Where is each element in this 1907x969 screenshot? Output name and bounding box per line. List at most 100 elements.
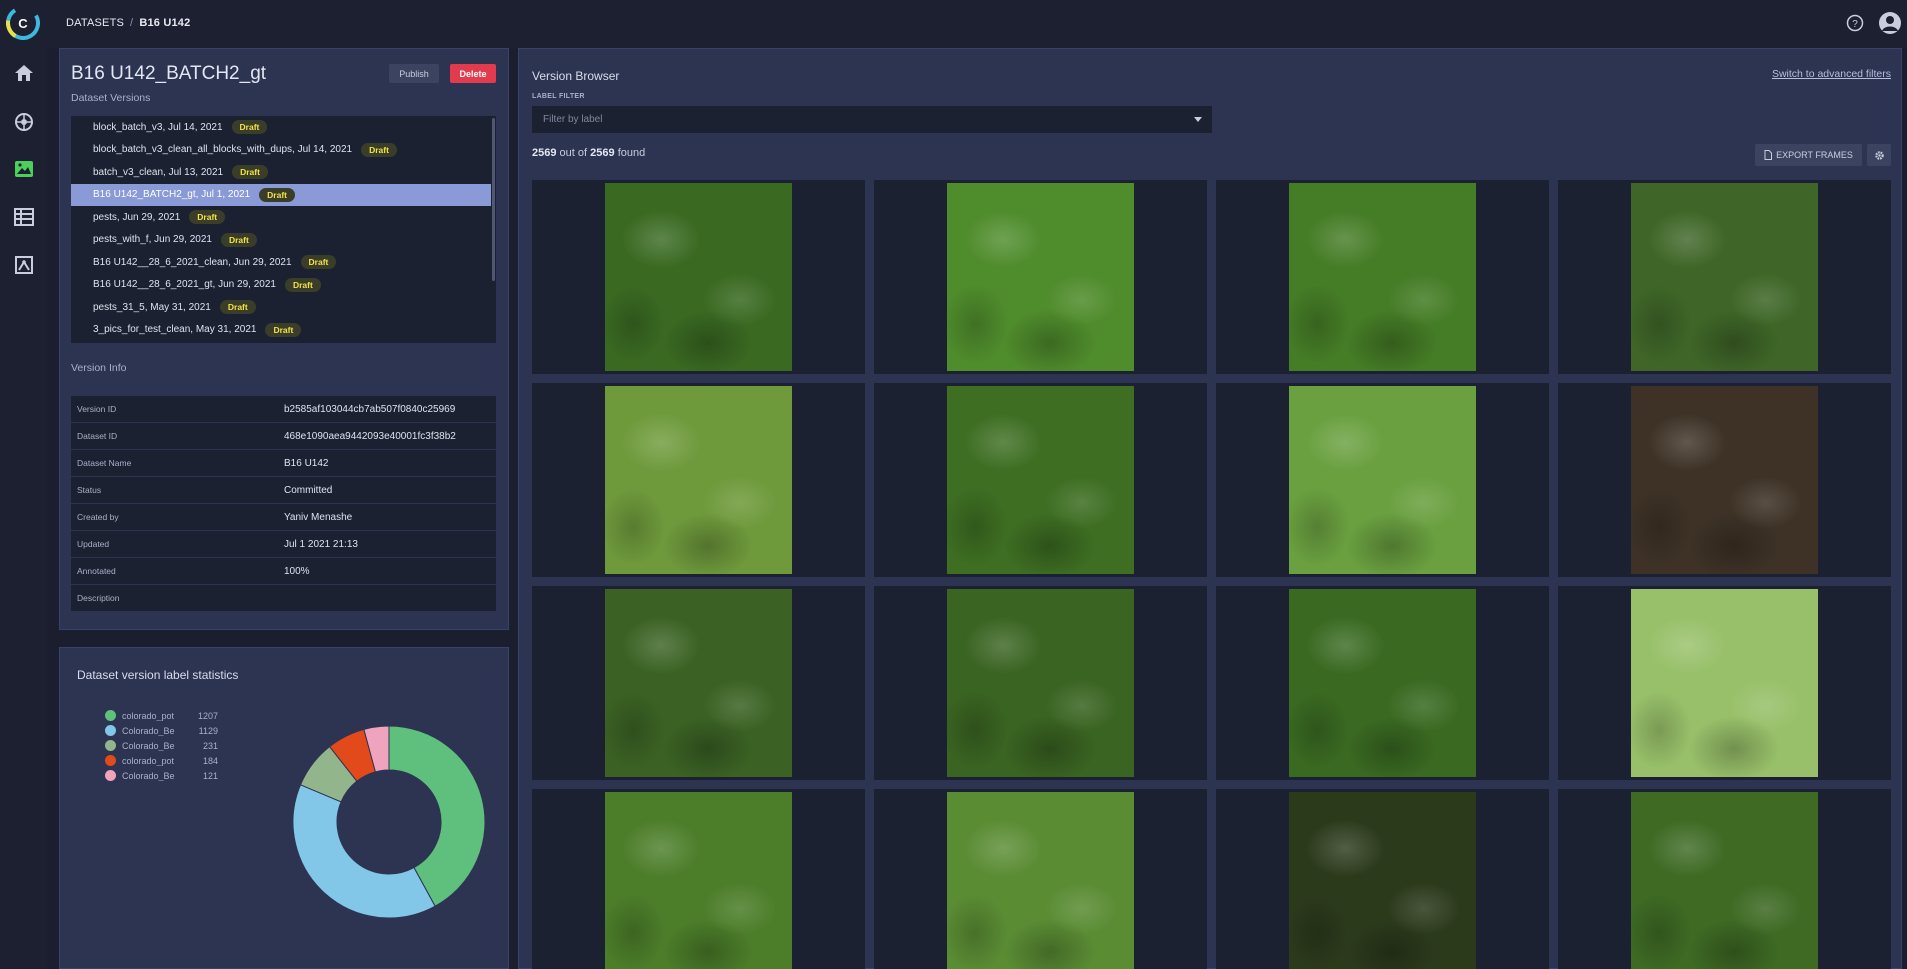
frame-thumbnail[interactable] xyxy=(1216,383,1549,577)
frame-image xyxy=(1631,792,1818,969)
breadcrumb-datasets[interactable]: DATASETS xyxy=(66,17,124,29)
frame-thumbnail[interactable] xyxy=(1558,586,1891,780)
annotation-icon[interactable] xyxy=(11,252,36,277)
legend-swatch xyxy=(105,755,116,766)
version-list-item[interactable]: pests_31_5, May 31, 2021 Draft xyxy=(71,296,491,319)
frame-image xyxy=(605,183,792,371)
version-list-item[interactable]: B16 U142__28_6_2021_clean, Jun 29, 2021 D… xyxy=(71,251,491,274)
frame-thumbnail[interactable] xyxy=(1558,180,1891,374)
clearml-logo[interactable]: C xyxy=(6,6,40,40)
label-filter-placeholder: Filter by label xyxy=(543,114,603,125)
frame-thumbnail[interactable] xyxy=(532,789,865,969)
legend-item[interactable]: Colorado_Be 1129 xyxy=(105,723,218,738)
frame-image xyxy=(1631,589,1818,777)
user-avatar-icon[interactable] xyxy=(1878,11,1902,35)
status-badge: Draft xyxy=(219,300,256,315)
label-donut-chart xyxy=(292,725,486,919)
legend-swatch xyxy=(105,770,116,781)
legend-item[interactable]: colorado_pot 1207 xyxy=(105,708,218,723)
info-key: Description xyxy=(77,593,120,603)
breadcrumb-current: B16 U142 xyxy=(139,17,191,29)
info-value: Jul 1 2021 21:13 xyxy=(284,538,358,550)
frame-thumbnail[interactable] xyxy=(532,586,865,780)
label-filter-label: LABEL FILTER xyxy=(532,93,585,100)
status-badge: Draft xyxy=(231,120,268,135)
info-value: Committed xyxy=(284,484,333,496)
frame-thumbnail[interactable] xyxy=(1558,789,1891,969)
experiments-brain-icon[interactable] xyxy=(11,109,36,134)
frame-thumbnail[interactable] xyxy=(1216,586,1549,780)
info-value: b2585af103044cb7ab507f0840c25969 xyxy=(284,403,456,415)
version-list-item[interactable]: pests_with_f, Jun 29, 2021 Draft xyxy=(71,229,491,252)
legend-swatch xyxy=(105,725,116,736)
frame-image xyxy=(1631,183,1818,371)
version-list-item[interactable]: block_batch_v3, Jul 14, 2021 Draft xyxy=(71,116,491,139)
found-total: 2569 xyxy=(590,147,615,159)
version-list-item[interactable]: B16 U142_BATCH2_gt, Jul 1, 2021 Draft xyxy=(71,183,491,206)
frame-thumbnail[interactable] xyxy=(874,586,1207,780)
grid-settings-button[interactable] xyxy=(1867,144,1891,166)
svg-text:?: ? xyxy=(1852,19,1858,30)
versions-scrollbar[interactable] xyxy=(492,118,495,281)
delete-button[interactable]: Delete xyxy=(450,64,496,83)
label-filter-select[interactable]: Filter by label xyxy=(532,106,1212,133)
legend-item[interactable]: Colorado_Be 121 xyxy=(105,768,218,783)
info-key: Annotated xyxy=(77,566,116,576)
help-icon[interactable]: ? xyxy=(1846,14,1864,32)
frame-thumbnail[interactable] xyxy=(532,383,865,577)
frame-thumbnail[interactable] xyxy=(874,789,1207,969)
info-row: Dataset ID 468e1090aea9442093e40001fc3f38… xyxy=(71,423,496,450)
frame-image xyxy=(605,792,792,969)
found-mid: out of xyxy=(559,147,588,159)
info-key: Dataset ID xyxy=(77,431,118,441)
frame-thumbnail[interactable] xyxy=(1558,383,1891,577)
breadcrumb: DATASETS / B16 U142 xyxy=(66,17,190,29)
home-icon[interactable] xyxy=(11,60,36,85)
legend-swatch xyxy=(105,710,116,721)
frame-thumbnail[interactable] xyxy=(874,383,1207,577)
version-list-item[interactable]: pests, Jun 29, 2021 Draft xyxy=(71,206,491,229)
version-list-item[interactable]: batch_v3_clean, Jul 13, 2021 Draft xyxy=(71,161,491,184)
frame-image xyxy=(947,183,1134,371)
info-key: Dataset Name xyxy=(77,458,132,468)
advanced-filters-link[interactable]: Switch to advanced filters xyxy=(1772,68,1891,80)
version-name: B16 U142__28_6_2021_gt, Jun 29, 2021 xyxy=(93,279,276,291)
info-value: B16 U142 xyxy=(284,457,329,469)
version-name: B16 U142__28_6_2021_clean, Jun 29, 2021 xyxy=(93,256,292,268)
status-badge: Draft xyxy=(259,187,295,202)
frame-thumbnail[interactable] xyxy=(1216,789,1549,969)
dataset-info-panel: B16 U142_BATCH2_gt Publish Delete Datase… xyxy=(59,48,509,630)
info-key: Created by xyxy=(77,512,119,522)
export-frames-button[interactable]: EXPORT FRAMES xyxy=(1755,144,1862,166)
publish-button[interactable]: Publish xyxy=(389,64,439,83)
version-name: 3_pics_for_test_clean, May 31, 2021 xyxy=(93,324,257,336)
info-row: Description xyxy=(71,585,496,612)
table-icon[interactable] xyxy=(11,204,36,229)
status-badge: Draft xyxy=(361,142,397,157)
version-name: block_batch_v3_clean_all_blocks_with_dup… xyxy=(93,144,353,156)
legend-item[interactable]: Colorado_Be 231 xyxy=(105,738,218,753)
version-list-item[interactable]: B16 U142__28_6_2021_gt, Jun 29, 2021 Draf… xyxy=(71,274,491,297)
datasets-image-icon[interactable] xyxy=(11,156,36,181)
info-key: Version ID xyxy=(77,404,117,414)
legend-item[interactable]: colorado_pot 184 xyxy=(105,753,218,768)
version-browser-panel: Version Browser Switch to advanced filte… xyxy=(518,48,1902,969)
legend-value: 184 xyxy=(202,755,218,766)
status-badge: Draft xyxy=(284,277,321,292)
frame-image xyxy=(1289,589,1476,777)
version-info-table: Version ID b2585af103044cb7ab507f0840c259… xyxy=(71,396,496,612)
info-row: Dataset Name B16 U142 xyxy=(71,450,496,477)
version-list-item[interactable]: block_batch_v3_clean_all_blocks_with_dup… xyxy=(71,139,491,162)
version-info-label: Version Info xyxy=(71,362,127,374)
frame-thumbnail[interactable] xyxy=(874,180,1207,374)
status-badge: Draft xyxy=(300,255,337,270)
legend-label: Colorado_Be xyxy=(122,725,175,736)
label-stats-panel: Dataset version label statistics colorad… xyxy=(59,647,509,969)
info-value: 468e1090aea9442093e40001fc3f38b2 xyxy=(284,430,456,442)
frame-image xyxy=(947,792,1134,969)
version-name: pests_with_f, Jun 29, 2021 xyxy=(93,234,212,246)
frame-thumbnail[interactable] xyxy=(1216,180,1549,374)
donut-slice[interactable] xyxy=(292,784,436,919)
version-list-item[interactable]: 3_pics_for_test_clean, May 31, 2021 Draft xyxy=(71,319,491,342)
frame-thumbnail[interactable] xyxy=(532,180,865,374)
